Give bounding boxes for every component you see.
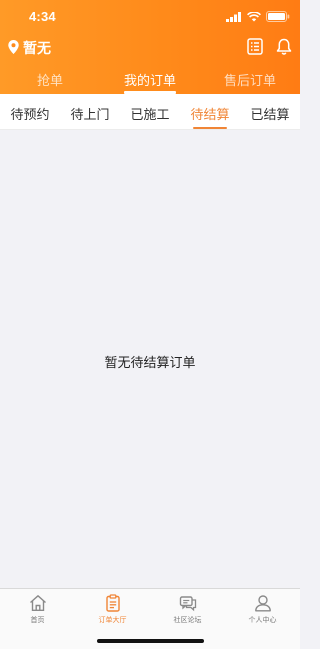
- tabbar-home-label: 首页: [30, 616, 45, 624]
- empty-state-message: 暂无待结算订单: [104, 356, 196, 371]
- battery-icon: [266, 11, 290, 22]
- tabbar-home[interactable]: 首页: [0, 594, 75, 626]
- top-tabs: 抢单 我的订单 售后订单: [0, 66, 300, 94]
- clipboard-icon: [105, 594, 120, 612]
- wifi-icon: [247, 11, 261, 21]
- location-row[interactable]: 暂无: [0, 36, 300, 60]
- subtab-constructed[interactable]: 已施工: [120, 104, 180, 123]
- location-text: 暂无: [23, 41, 51, 57]
- tabbar-order-hall-label: 订单大厅: [98, 616, 127, 624]
- app-header: 4:34 暂无 抢单 我的订单 售后订单: [0, 0, 300, 94]
- tab-after-sales-orders[interactable]: 售后订单: [200, 70, 300, 89]
- tab-grab-orders[interactable]: 抢单: [0, 70, 100, 89]
- tab-my-orders[interactable]: 我的订单: [100, 70, 200, 89]
- subtab-settled[interactable]: 已结算: [240, 104, 300, 123]
- tabbar-community-forum-label: 社区论坛: [173, 616, 202, 624]
- tabbar-profile[interactable]: 个人中心: [225, 594, 300, 626]
- status-icons: [226, 11, 290, 22]
- chat-bubbles-icon: [179, 596, 196, 612]
- list-document-icon[interactable]: [247, 38, 263, 55]
- home-indicator[interactable]: [97, 639, 204, 643]
- subtab-indicator: [193, 127, 227, 129]
- status-sub-tabs: 待预约 待上门 已施工 待结算 已结算: [0, 94, 300, 130]
- bell-icon[interactable]: [276, 38, 292, 55]
- tabbar-community-forum[interactable]: 社区论坛: [150, 594, 225, 626]
- subtab-pending-settlement[interactable]: 待结算: [180, 104, 240, 123]
- status-time: 4:34: [29, 9, 56, 24]
- status-bar: 4:34: [0, 0, 300, 32]
- person-icon: [254, 595, 271, 612]
- location-pin-icon: [8, 40, 19, 54]
- tabbar-profile-label: 个人中心: [248, 616, 277, 624]
- subtab-pending-appointment[interactable]: 待预约: [0, 104, 60, 123]
- tabbar-order-hall[interactable]: 订单大厅: [75, 594, 150, 626]
- subtab-pending-visit[interactable]: 待上门: [60, 104, 120, 123]
- signal-icon: [226, 11, 241, 22]
- order-list-area[interactable]: 暂无待结算订单: [0, 130, 300, 588]
- home-icon: [29, 595, 46, 611]
